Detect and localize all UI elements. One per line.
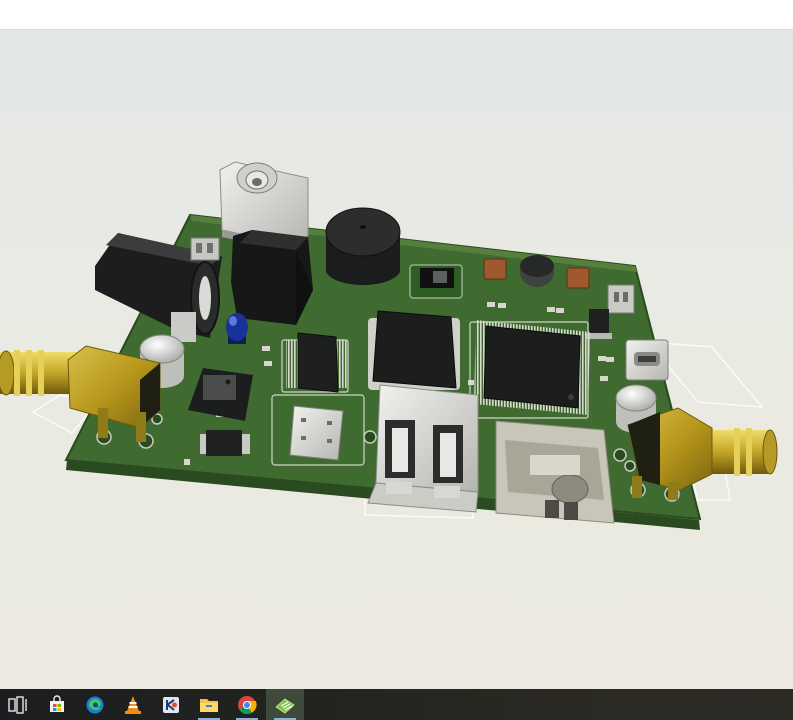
pcb-app-icon: [275, 697, 295, 714]
taskbar-edge[interactable]: [76, 689, 114, 720]
crystal-oscillator: [520, 255, 554, 287]
taskbar-microsoft-store[interactable]: [38, 689, 76, 720]
store-icon: [50, 694, 64, 712]
usb-a-connector: [367, 384, 479, 513]
black-box-component: [231, 230, 313, 325]
taskbar-task-view[interactable]: [0, 689, 38, 720]
header-connector-left: [190, 237, 220, 261]
3d-viewport[interactable]: [0, 31, 793, 689]
tactile-switch: [409, 264, 463, 299]
micro-usb-connector: [625, 339, 669, 381]
sma-connector-left: [0, 345, 161, 442]
soic-ic: [286, 332, 348, 393]
hdmi-connector: [495, 420, 615, 524]
taskbar-chrome[interactable]: [228, 689, 266, 720]
taskbar-app-k[interactable]: [152, 689, 190, 720]
edge-icon: [86, 696, 104, 713]
taskbar-pcb-design-app[interactable]: [266, 689, 304, 720]
qfp-microcontroller: [368, 310, 460, 390]
blue-led: [226, 313, 248, 344]
window-top-strip: [0, 0, 793, 30]
task-view-icon: [8, 695, 27, 714]
silver-module: [289, 405, 344, 461]
folder-icon: [200, 698, 218, 712]
taskbar-vlc[interactable]: [114, 689, 152, 720]
header-connector-right: [607, 284, 635, 314]
chrome-icon: [238, 695, 257, 714]
app-k-icon: [163, 696, 179, 713]
taskbar-file-explorer[interactable]: [190, 689, 228, 720]
vlc-icon: [125, 695, 141, 714]
buzzer: [325, 207, 401, 286]
tqfp-processor: [474, 320, 590, 415]
windows-taskbar: [0, 689, 793, 720]
